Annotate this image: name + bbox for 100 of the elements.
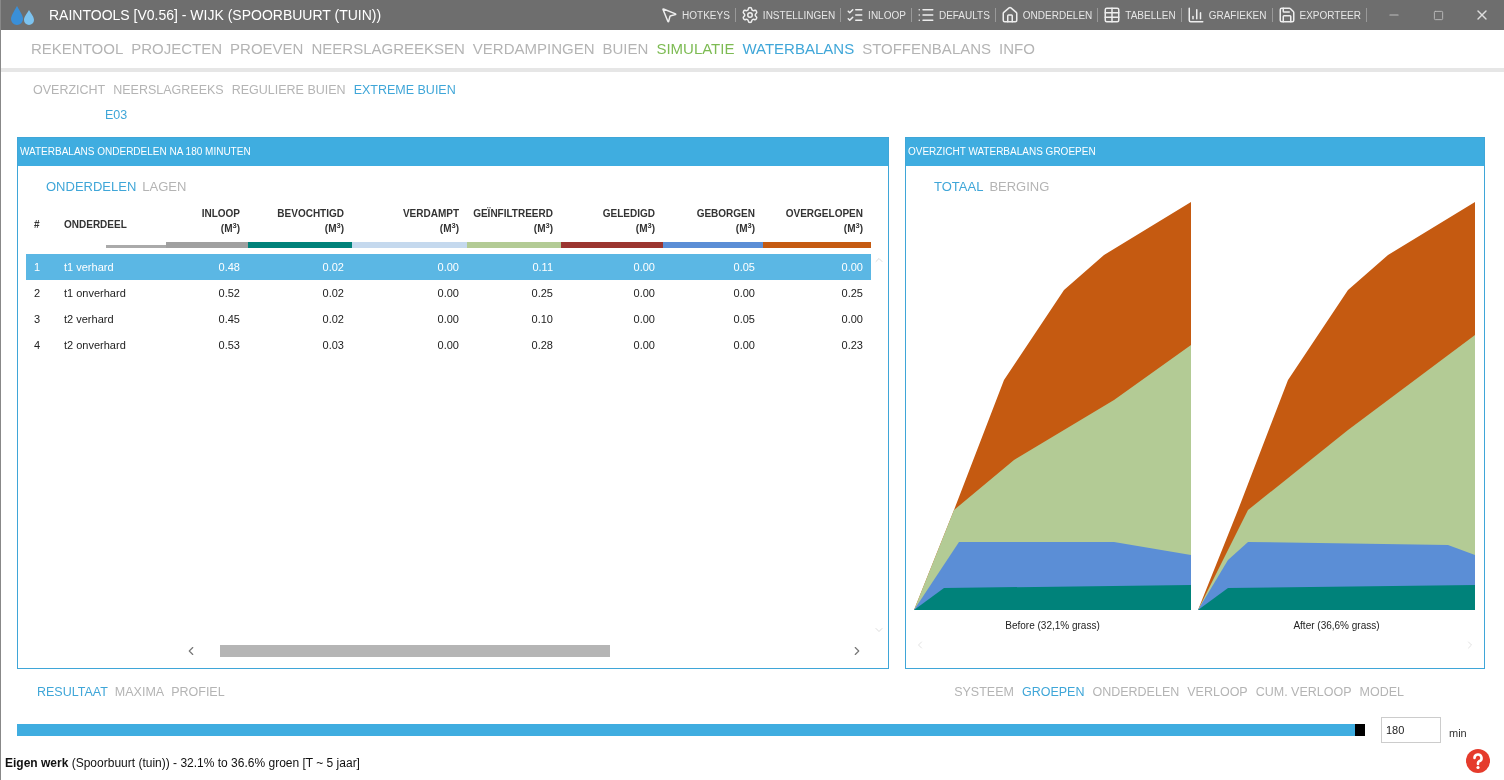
- table-cell-text: 0.00: [632, 285, 656, 301]
- list-icon: [846, 6, 865, 24]
- table-cell-text: 0.00: [632, 337, 656, 353]
- table-cell-text: 2: [33, 285, 42, 301]
- table-cell-text: 0.25: [840, 285, 864, 301]
- tab[interactable]: OVERZICHT: [33, 81, 106, 100]
- tab[interactable]: SYSTEEM: [954, 682, 1014, 702]
- column-header: GEBORGEN: [696, 207, 755, 221]
- table-cell-text: 0.00: [632, 259, 656, 275]
- tab[interactable]: CUM. VERLOOP: [1255, 682, 1352, 702]
- tab[interactable]: PROEVEN: [230, 37, 304, 61]
- table-cell-text: 0.10: [530, 311, 554, 327]
- table-cell-text: 0.52: [217, 285, 241, 301]
- table-row[interactable]: 2 t1 onverhard 0.52 0.02 0.00 0.25 0.00 0.00 0.25: [26, 280, 871, 306]
- status-text: Eigen werk (Spoorbuurt (tuin)) - 32.1% to 36.6% groen [T ~ 5 jaar]: [5, 755, 360, 773]
- house-icon: [1000, 6, 1019, 24]
- tab[interactable]: TOTAAL: [934, 176, 984, 196]
- table-cell-text: 0.00: [632, 311, 656, 327]
- tab[interactable]: EXTREME BUIEN: [353, 81, 456, 100]
- tab[interactable]: RESULTAAT: [37, 682, 108, 702]
- column-header: GELEDIGD: [602, 207, 655, 221]
- tab[interactable]: PROFIEL: [171, 682, 225, 702]
- table-cell-text: 0.53: [217, 337, 241, 353]
- unit-label: min: [1449, 726, 1467, 741]
- column-header: VERDAMPT: [402, 207, 459, 221]
- tab[interactable]: REKENTOOL: [31, 37, 124, 61]
- toolbar-button[interactable]: DEFAULTS: [916, 6, 990, 24]
- tab[interactable]: WATERBALANS: [742, 37, 855, 61]
- cursor-icon: [660, 6, 679, 24]
- grid-icon: [1103, 6, 1122, 24]
- tab[interactable]: BERGING: [989, 176, 1050, 196]
- column-unit: (M$^{3}$): [220, 221, 240, 236]
- help-icon[interactable]: [1466, 749, 1490, 774]
- table-cell-text: 0.00: [436, 259, 460, 275]
- column-header: ONDERDEEL: [64, 217, 128, 232]
- tab[interactable]: REGULIERE BUIEN: [231, 81, 346, 100]
- column-header: OVERGELOPEN: [785, 207, 863, 221]
- slider-thumb[interactable]: [1355, 724, 1365, 737]
- column-unit: (M$^{3}$): [533, 221, 553, 236]
- gear-icon: [740, 6, 759, 24]
- tab[interactable]: BUIEN: [602, 37, 649, 61]
- table-cell-text: 0.02: [321, 285, 345, 301]
- table-cell-text: 0.23: [840, 337, 864, 353]
- tab[interactable]: PROJECTEN: [131, 37, 223, 61]
- tab[interactable]: LAGEN: [142, 176, 187, 196]
- table-row[interactable]: 4 t2 onverhard 0.53 0.03 0.00 0.28 0.00 0.00 0.23: [26, 332, 871, 358]
- tab[interactable]: ONDERDELEN: [1092, 682, 1180, 702]
- toolbar-button[interactable]: INLOOP: [846, 6, 906, 24]
- panel-header: OVERZICHT WATERBALANS GROEPEN: [906, 137, 1484, 166]
- column-header: #: [34, 217, 41, 232]
- table-cell-text: 0.00: [436, 311, 460, 327]
- column-unit: (M$^{3}$): [635, 221, 655, 236]
- table-cell-text: 0.02: [321, 259, 345, 275]
- toolbar-button[interactable]: HOTKEYS: [660, 6, 730, 24]
- table-cell-text: t1 onverhard: [63, 285, 127, 301]
- tab[interactable]: MAXIMA: [114, 682, 165, 702]
- tab[interactable]: NEERSLAGREEKS: [113, 81, 224, 100]
- table-cell-text: 0.11: [531, 259, 554, 275]
- tab[interactable]: SIMULATIE: [656, 37, 735, 61]
- chart-caption: After (36,6% grass): [1293, 619, 1380, 633]
- table-cell-text: 0.00: [732, 285, 756, 301]
- table-cell-text: 3: [33, 311, 42, 327]
- table-cell-text: 0.25: [530, 285, 554, 301]
- tab[interactable]: VERLOOP: [1187, 682, 1248, 702]
- table-cell-text: 0.00: [436, 337, 460, 353]
- scrollbar-thumb[interactable]: [220, 644, 610, 657]
- table-cell-text: t2 verhard: [63, 311, 115, 327]
- tab[interactable]: GROEPEN: [1021, 682, 1085, 702]
- column-header: GEÏNFILTREERD: [473, 206, 553, 221]
- table-cell-text: 0.05: [732, 311, 756, 327]
- toolbar-button[interactable]: EXPORTEER: [1277, 6, 1361, 24]
- tab[interactable]: E03: [105, 105, 128, 125]
- tab[interactable]: ONDERDELEN: [46, 176, 137, 196]
- time-field[interactable]: 180: [1381, 717, 1441, 744]
- tab[interactable]: MODEL: [1359, 682, 1404, 702]
- tab[interactable]: STOFFENBALANS: [862, 37, 992, 61]
- table-row[interactable]: 1 t1 verhard 0.48 0.02 0.00 0.11 0.00 0.05 0.00: [26, 254, 871, 280]
- toolbar-button[interactable]: TABELLEN: [1103, 6, 1176, 24]
- toolbar-button[interactable]: GRAFIEKEN: [1186, 6, 1267, 24]
- tab[interactable]: NEERSLAGREEKSEN: [311, 37, 465, 61]
- table-cell-text: 0.03: [321, 337, 345, 353]
- table-cell-text: 4: [33, 337, 42, 353]
- column-unit: (M$^{3}$): [439, 221, 459, 236]
- toolbar-button[interactable]: ONDERDELEN: [1000, 6, 1093, 24]
- water-drops-icon: [9, 4, 37, 26]
- table-cell-text: 0.45: [217, 311, 241, 327]
- panel-header: WATERBALANS ONDERDELEN NA 180 MINUTEN: [18, 137, 888, 166]
- maximize-icon: [1432, 9, 1444, 21]
- tab[interactable]: INFO: [999, 37, 1035, 61]
- table-cell-text: t1 verhard: [63, 259, 115, 275]
- list-icon: [916, 6, 935, 24]
- table-cell-text: 0.00: [436, 285, 460, 301]
- column-unit: (M$^{3}$): [735, 221, 755, 236]
- table-cell-text: t2 onverhard: [63, 337, 127, 353]
- toolbar-button[interactable]: INSTELLINGEN: [740, 6, 836, 24]
- tab[interactable]: VERDAMPINGEN: [472, 37, 595, 61]
- bar-chart-icon: [1186, 6, 1205, 24]
- column-unit: (M$^{3}$): [843, 221, 863, 236]
- column-header: INLOOP: [201, 207, 240, 221]
- table-row[interactable]: 3 t2 verhard 0.45 0.02 0.00 0.10 0.00 0.05 0.00: [26, 306, 871, 332]
